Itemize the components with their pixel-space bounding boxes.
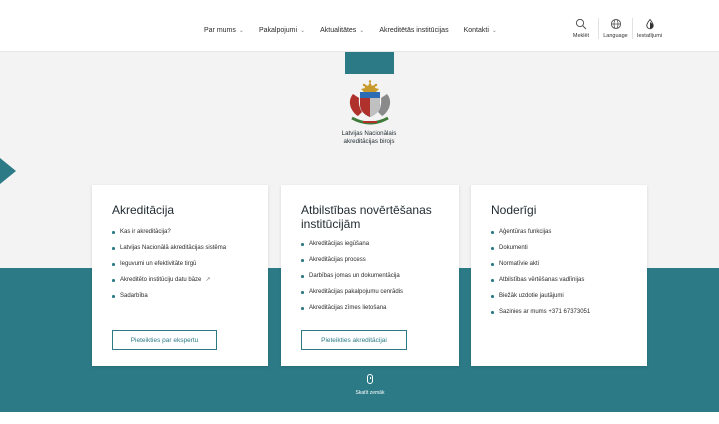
link-text: Sadarbība — [120, 293, 148, 299]
nav-item-label: Akreditētās institūcijas — [379, 27, 449, 34]
scroll-hint-label: Skatīt zemāk — [355, 390, 385, 396]
coat-of-arms-logo — [345, 80, 395, 133]
link-text: Akreditācijas process — [309, 257, 366, 263]
nav-item-label: Par mums — [204, 27, 236, 34]
header: Par mums ⌄ Pakalpojumi ⌄ Aktualitātes ⌄ … — [0, 0, 719, 52]
list-item[interactable]: Darbības jomas un dokumentācija — [301, 273, 439, 280]
main-nav: Par mums ⌄ Pakalpojumi ⌄ Aktualitātes ⌄ … — [204, 27, 512, 34]
language-label: Language — [603, 33, 628, 39]
accessibility-settings-button[interactable]: Iestatījumi — [632, 18, 666, 39]
language-button[interactable]: Language — [598, 18, 632, 39]
link-text: Akreditācijas zīmes lietošana — [309, 305, 387, 311]
search-icon — [575, 18, 587, 30]
accessibility-label: Iestatījumi — [636, 33, 663, 39]
nav-item-aktualitates[interactable]: Aktualitātes ⌄ — [320, 27, 364, 34]
hero-accent-bar — [345, 52, 394, 74]
header-tools: Meklēt Language Iestatījumi — [564, 18, 666, 39]
scroll-down-hint[interactable]: Skatīt zemāk — [344, 374, 396, 396]
list-item[interactable]: Biežāk uzdotie jautājumi — [491, 293, 627, 300]
accreditation-apply-button[interactable]: Pieteikties akreditācijai — [301, 330, 407, 350]
contrast-drop-icon — [645, 18, 654, 30]
card-atbilstibas-novertesanas: Atbilstības novērtēšanas institūcijām Ak… — [281, 185, 459, 366]
link-text: Aģentūras funkcijas — [499, 229, 552, 235]
list-item[interactable]: Latvijas Nacionālā akreditācijas sistēma — [112, 245, 248, 252]
list-item[interactable]: Akreditēto institūciju datu bāze ↗ — [112, 277, 248, 284]
list-item[interactable]: Akreditācijas zīmes lietošana — [301, 305, 439, 312]
external-link-icon: ↗ — [205, 277, 211, 283]
nav-item-label: Aktualitātes — [320, 27, 357, 34]
list-item[interactable]: Atbilstības vērtēšanas vadlīnijas — [491, 277, 627, 284]
list-item[interactable]: Akreditācijas pakalpojumu cenrādis — [301, 289, 439, 296]
mouse-scroll-icon — [367, 374, 373, 384]
link-text: Akreditācijas pakalpojumu cenrādis — [309, 289, 404, 295]
organization-name: Latvijas Nacionālais akreditācijas biroj… — [300, 130, 438, 146]
list-item[interactable]: Kas ir akreditācija? — [112, 229, 248, 236]
link-text: Darbības jomas un dokumentācija — [309, 273, 400, 279]
search-label: Meklēt — [572, 33, 590, 39]
card-link-list: Aģentūras funkcijas Dokumenti Normatīvie… — [491, 229, 627, 316]
globe-icon — [610, 18, 621, 30]
nav-item-label: Pakalpojumi — [258, 27, 298, 34]
list-item[interactable]: Sadarbība — [112, 293, 248, 300]
list-item[interactable]: Aģentūras funkcijas — [491, 229, 627, 236]
link-text: Akreditēto institūciju datu bāze — [120, 277, 202, 283]
list-item[interactable]: Sazinies ar mums +371 67373051 — [491, 309, 627, 316]
link-text: Kas ir akreditācija? — [120, 229, 171, 235]
chevron-down-icon: ⌄ — [359, 28, 365, 34]
chevron-down-icon: ⌄ — [491, 28, 497, 34]
list-item[interactable]: Akreditācijas iegūšana — [301, 241, 439, 248]
card-link-list: Akreditācijas iegūšana Akreditācijas pro… — [301, 241, 439, 312]
link-text: Dokumenti — [499, 245, 528, 251]
nav-item-akreditetas-institucijas[interactable]: Akreditētās institūcijas — [379, 27, 448, 34]
card-link-list: Kas ir akreditācija? Latvijas Nacionālā … — [112, 229, 248, 300]
nav-item-par-mums[interactable]: Par mums ⌄ — [204, 27, 244, 34]
page-bottom — [0, 412, 719, 424]
org-name-line-2: akreditācijas birojs — [343, 138, 395, 145]
carousel-arrow-icon[interactable] — [0, 158, 16, 184]
link-text: Sazinies ar mums +371 67373051 — [499, 309, 591, 315]
org-name-line-1: Latvijas Nacionālais — [341, 130, 397, 137]
nav-item-kontakti[interactable]: Kontakti ⌄ — [464, 27, 497, 34]
chevron-down-icon: ⌄ — [238, 28, 244, 34]
expert-apply-button[interactable]: Pieteikties par ekspertu — [112, 330, 217, 350]
card-title: Akreditācija — [112, 203, 175, 217]
nav-item-pakalpojumi[interactable]: Pakalpojumi ⌄ — [259, 27, 305, 34]
list-item[interactable]: Ieguvumi un efektivitāte tirgū — [112, 261, 248, 268]
link-text: Atbilstības vērtēšanas vadlīnijas — [499, 277, 585, 283]
link-text: Biežāk uzdotie jautājumi — [499, 293, 564, 299]
list-item[interactable]: Akreditācijas process — [301, 257, 439, 264]
card-title: Noderīgi — [491, 203, 537, 217]
chevron-down-icon: ⌄ — [300, 28, 306, 34]
link-text: Normatīvie akti — [499, 261, 540, 267]
card-noderigi: Noderīgi Aģentūras funkcijas Dokumenti N… — [471, 185, 647, 366]
list-item[interactable]: Normatīvie akti — [491, 261, 627, 268]
link-text: Ieguvumi un efektivitāte tirgū — [120, 261, 197, 267]
card-title: Atbilstības novērtēšanas institūcijām — [301, 203, 432, 231]
list-item[interactable]: Dokumenti — [491, 245, 627, 252]
card-akreditacija: Akreditācija Kas ir akreditācija? Latvij… — [92, 185, 268, 366]
nav-item-label: Kontakti — [463, 27, 489, 34]
search-button[interactable]: Meklēt — [564, 18, 598, 39]
link-text: Latvijas Nacionālā akreditācijas sistēma — [120, 245, 227, 251]
link-text: Akreditācijas iegūšana — [309, 241, 370, 247]
